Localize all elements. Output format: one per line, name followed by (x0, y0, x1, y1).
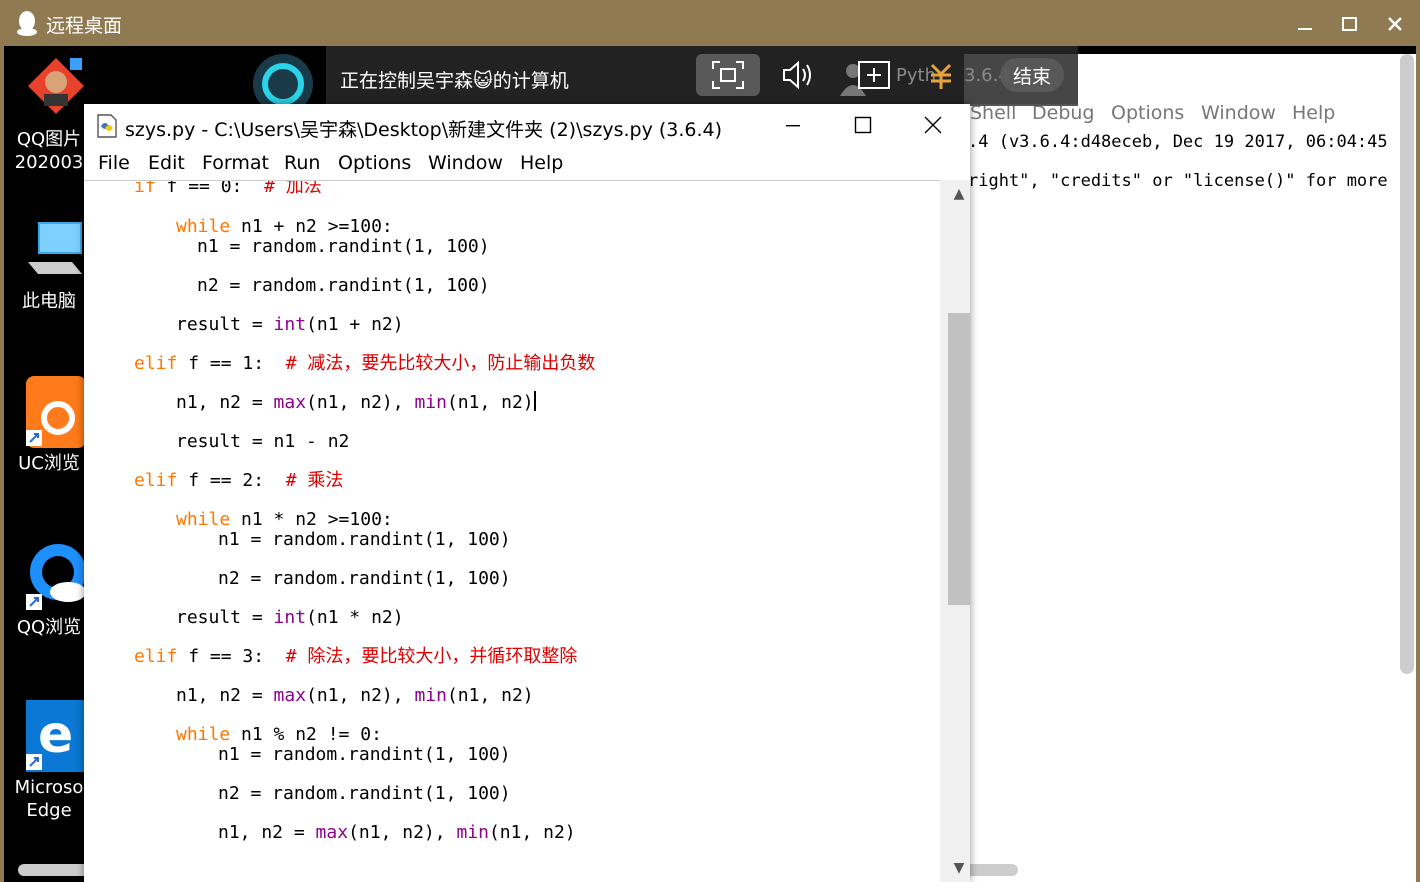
scrollbar-thumb[interactable] (948, 313, 970, 605)
qq-penguin-icon (17, 11, 37, 36)
shell-menu-window[interactable]: Window (1201, 102, 1276, 124)
shell-output-line: .4 (v3.6.4:d48eceb, Dec 19 2017, 06:04:4… (968, 132, 1388, 152)
editor-scrollbar[interactable]: ▲ ▼ (940, 180, 970, 882)
idle-editor-window[interactable]: szys.py - C:\Users\吴宇森\Desktop\新建文件夹 (2)… (84, 104, 970, 882)
fit-screen-icon (712, 61, 744, 89)
end-session-button[interactable]: 结束 (1000, 58, 1064, 92)
desktop-icon-label: Microso (14, 777, 84, 798)
code-line: result = int(n1 + n2) (176, 314, 404, 335)
currency-sign-icon (930, 63, 952, 89)
desktop-icon-label: Edge (26, 800, 72, 821)
sound-button[interactable] (766, 54, 830, 96)
editor-maximize-button[interactable] (840, 108, 886, 142)
maximize-icon (854, 116, 872, 134)
code-line: n1, n2 = max(n1, n2), min(n1, n2) (218, 822, 576, 843)
desktop-icon-this-pc[interactable]: 此电脑 (4, 218, 94, 313)
editor-close-button[interactable] (910, 108, 956, 142)
minimize-icon (1298, 28, 1312, 30)
desktop-icon-qq-image[interactable]: QQ图片 202003 (4, 56, 94, 174)
editor-menubar: File Edit Format Run Options Window Help (84, 146, 970, 180)
computer-icon (26, 218, 86, 278)
close-icon (1388, 17, 1402, 31)
code-line: elif f == 2: # 乘法 (134, 470, 344, 491)
text-caret (533, 391, 536, 411)
menu-format[interactable]: Format (202, 152, 269, 174)
code-line: n1, n2 = max(n1, n2), min(n1, n2) (176, 685, 534, 706)
shell-scrollbar[interactable] (1400, 54, 1414, 674)
desktop-icon-qq-browser[interactable]: QQ浏览 (4, 540, 94, 639)
uc-browser-icon (26, 376, 86, 448)
menu-run[interactable]: Run (284, 152, 320, 174)
remote-desktop-titlebar[interactable]: 远程桌面 (0, 0, 1420, 46)
desktop-icon-uc-browser[interactable]: UC浏览 (4, 376, 94, 475)
remote-desktop-title: 远程桌面 (46, 15, 123, 37)
code-line: n2 = random.randint(1, 100) (197, 275, 490, 296)
code-line: n1 = random.randint(1, 100) (197, 236, 490, 257)
maximize-button[interactable] (1331, 8, 1369, 40)
shell-menu-options[interactable]: Options (1111, 102, 1184, 124)
menu-window[interactable]: Window (428, 152, 503, 174)
remote-status-text: 正在控制吴宇森😺的计算机 (340, 70, 569, 92)
desktop-icon-label: QQ图片 (16, 129, 82, 150)
desktop-icon-label: QQ浏览 (16, 617, 82, 638)
code-line: result = n1 - n2 (176, 431, 350, 452)
code-line: if f == 0: # 加法 (134, 180, 322, 197)
add-window-icon (858, 61, 890, 89)
menu-file[interactable]: File (98, 152, 130, 174)
menu-edit[interactable]: Edit (148, 152, 185, 174)
editor-title: szys.py - C:\Users\吴宇森\Desktop\新建文件夹 (2)… (125, 119, 723, 141)
code-line: n2 = random.randint(1, 100) (218, 568, 511, 589)
code-line: n1, n2 = max(n1, n2), min(n1, n2) (176, 391, 536, 413)
shell-menu-help[interactable]: Help (1292, 102, 1335, 124)
minimize-button[interactable] (1286, 8, 1324, 40)
code-editor[interactable]: if f == 0: # 加法 while n1 + n2 >=100: n1 … (84, 180, 940, 882)
shell-output-line: right", "credits" or "license()" for mor… (968, 171, 1388, 191)
speaker-icon (783, 60, 811, 90)
remote-viewport[interactable]: QQ图片 202003 此电脑 UC浏览 QQ浏览 e Microso Edge… (4, 46, 1416, 882)
desktop-icon-label: 此电脑 (22, 291, 76, 312)
desktop-icon-label: UC浏览 (18, 453, 80, 474)
edge-icon: e (26, 700, 86, 772)
remote-control-toolbar: 正在控制吴宇森😺的计算机 Pyth 3.6.4 结束 (326, 46, 1078, 106)
code-line: n1 = random.randint(1, 100) (218, 744, 511, 765)
code-line: elif f == 3: # 除法，要比较大小，并循环取整除 (134, 646, 578, 667)
menu-help[interactable]: Help (520, 152, 563, 174)
fit-screen-button[interactable] (696, 54, 760, 96)
desktop: QQ图片 202003 此电脑 UC浏览 QQ浏览 e Microso Edge (4, 46, 94, 882)
qq-browser-icon (26, 540, 86, 610)
desktop-icon-edge[interactable]: e Microso Edge (4, 700, 94, 822)
code-line: n2 = random.randint(1, 100) (218, 783, 511, 804)
desktop-icon-label: 202003 (14, 152, 84, 173)
close-icon (924, 116, 942, 134)
svg-text:e: e (38, 705, 73, 765)
editor-titlebar[interactable]: szys.py - C:\Users\吴宇森\Desktop\新建文件夹 (2)… (84, 104, 970, 146)
code-line: n1 = random.randint(1, 100) (218, 529, 511, 550)
maximize-icon (1342, 17, 1357, 31)
code-line: elif f == 1: # 减法，要先比较大小，防止输出负数 (134, 353, 596, 374)
close-button[interactable] (1376, 8, 1414, 40)
avatar-image-icon (26, 56, 86, 116)
scroll-down-arrow-icon[interactable]: ▼ (948, 858, 970, 878)
scroll-up-arrow-icon[interactable]: ▲ (948, 184, 970, 204)
app-circle-icon (253, 54, 313, 104)
code-line: result = int(n1 * n2) (176, 607, 404, 628)
python-shell-window[interactable]: Shell Debug Options Window Help .4 (v3.6… (964, 54, 1416, 882)
minimize-icon (786, 125, 800, 127)
menu-options[interactable]: Options (338, 152, 411, 174)
python-file-icon (97, 114, 117, 138)
editor-minimize-button[interactable] (770, 108, 816, 142)
